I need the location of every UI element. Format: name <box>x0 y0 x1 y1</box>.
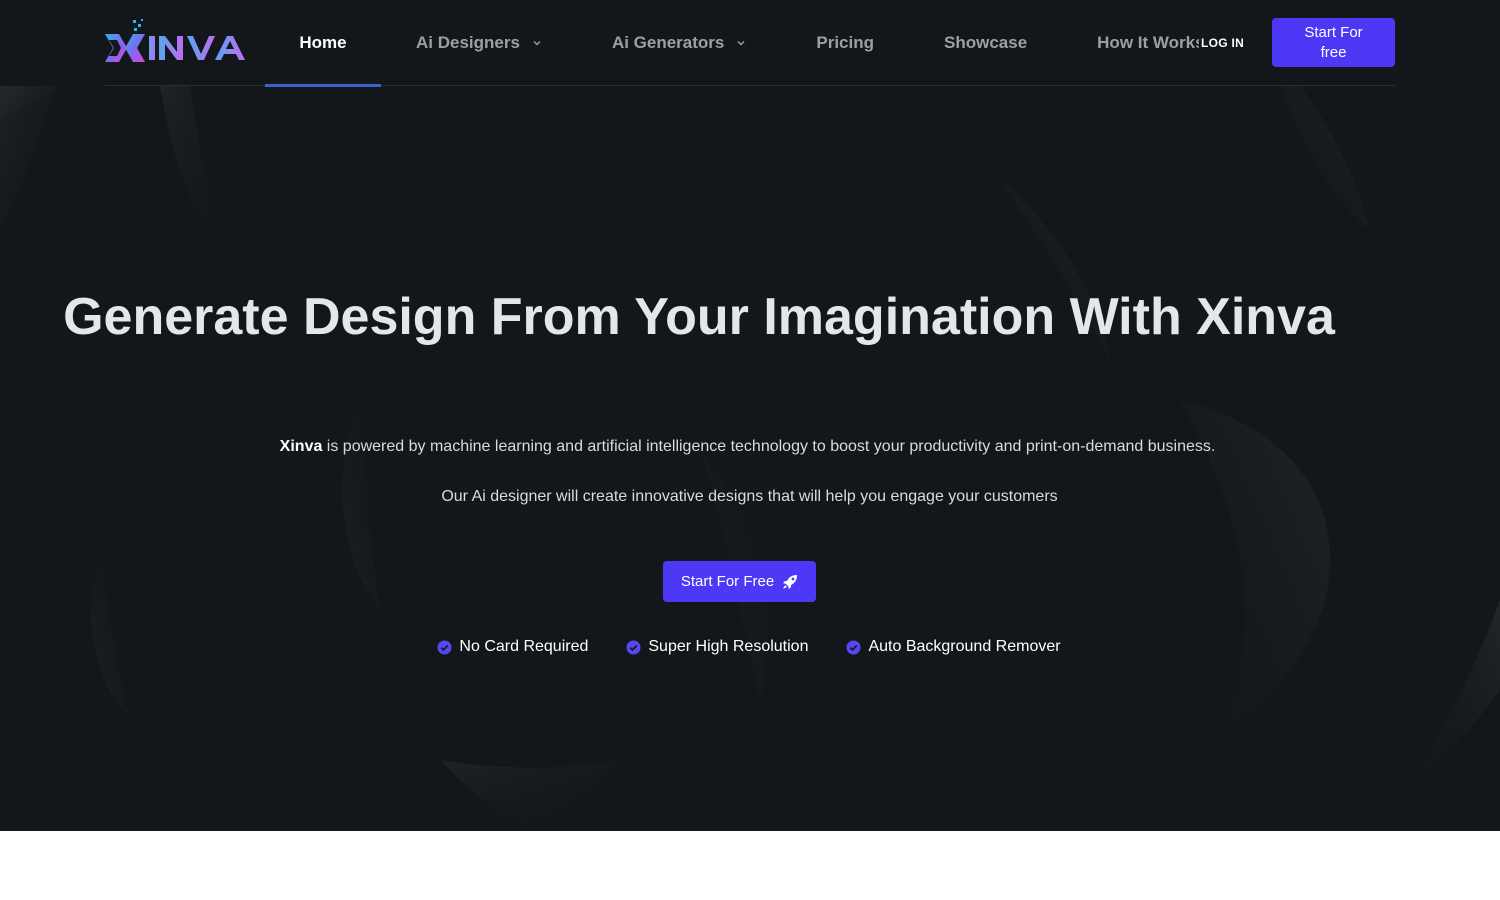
nav-label: Showcase <box>944 33 1028 52</box>
feature-label: No Card Required <box>459 638 589 655</box>
nav-item-home[interactable]: Home <box>265 0 381 87</box>
hero-subtitle-1: Xinva is powered by machine learning and… <box>0 437 1495 457</box>
nav-item-pricing[interactable]: Pricing <box>816 0 874 86</box>
check-circle-icon <box>437 639 452 655</box>
nav-item-how-it-works[interactable]: How It Works <box>1097 0 1199 86</box>
feature-label: Super High Resolution <box>648 638 809 655</box>
login-link[interactable]: LOG IN <box>1201 0 1244 86</box>
brand-logo[interactable] <box>105 16 257 68</box>
hero-title: Generate Design From Your Imagination Wi… <box>63 288 1335 346</box>
nav-item-showcase[interactable]: Showcase <box>944 0 1027 86</box>
hero-section: Home Ai Designers Ai Generators Pricing … <box>0 0 1500 831</box>
chevron-down-icon <box>533 41 541 46</box>
feature-list: No Card Required Super High Resolution A… <box>0 636 1500 658</box>
start-for-free-header-button[interactable]: Start For free <box>1272 18 1395 67</box>
nav-label: Pricing <box>816 33 874 52</box>
xinva-logo-icon <box>105 19 245 62</box>
chevron-down-icon <box>737 41 745 46</box>
login-label: LOG IN <box>1201 36 1245 50</box>
cta-label: Start For Free <box>680 573 775 590</box>
check-circle-icon <box>626 639 641 655</box>
nav-label: How It Works <box>1097 33 1200 52</box>
main-nav: Home Ai Designers Ai Generators Pricing … <box>265 0 1199 87</box>
start-for-free-cta-button[interactable]: Start For Free <box>663 561 816 602</box>
brand-name-bold: Xinva <box>279 438 323 455</box>
nav-label: Ai Generators <box>611 33 725 52</box>
feature-item: Auto Background Remover <box>846 636 1061 658</box>
feature-label: Auto Background Remover <box>868 638 1061 655</box>
nav-label: Ai Designers <box>416 33 520 52</box>
nav-item-ai-generators[interactable]: Ai Generators <box>612 0 746 86</box>
background-swirl-shapes <box>0 86 1500 824</box>
feature-item: Super High Resolution <box>626 636 808 658</box>
rocket-icon <box>783 574 798 589</box>
nav-label: Home <box>299 33 347 52</box>
check-circle-icon <box>846 639 861 655</box>
nav-item-ai-designers[interactable]: Ai Designers <box>416 0 542 86</box>
hero-subtitle-1-text: is powered by machine learning and artif… <box>322 438 1216 455</box>
feature-item: No Card Required <box>437 636 588 658</box>
hero-subtitle-2: Our Ai designer will create innovative d… <box>441 488 1058 505</box>
site-header: Home Ai Designers Ai Generators Pricing … <box>105 0 1395 87</box>
